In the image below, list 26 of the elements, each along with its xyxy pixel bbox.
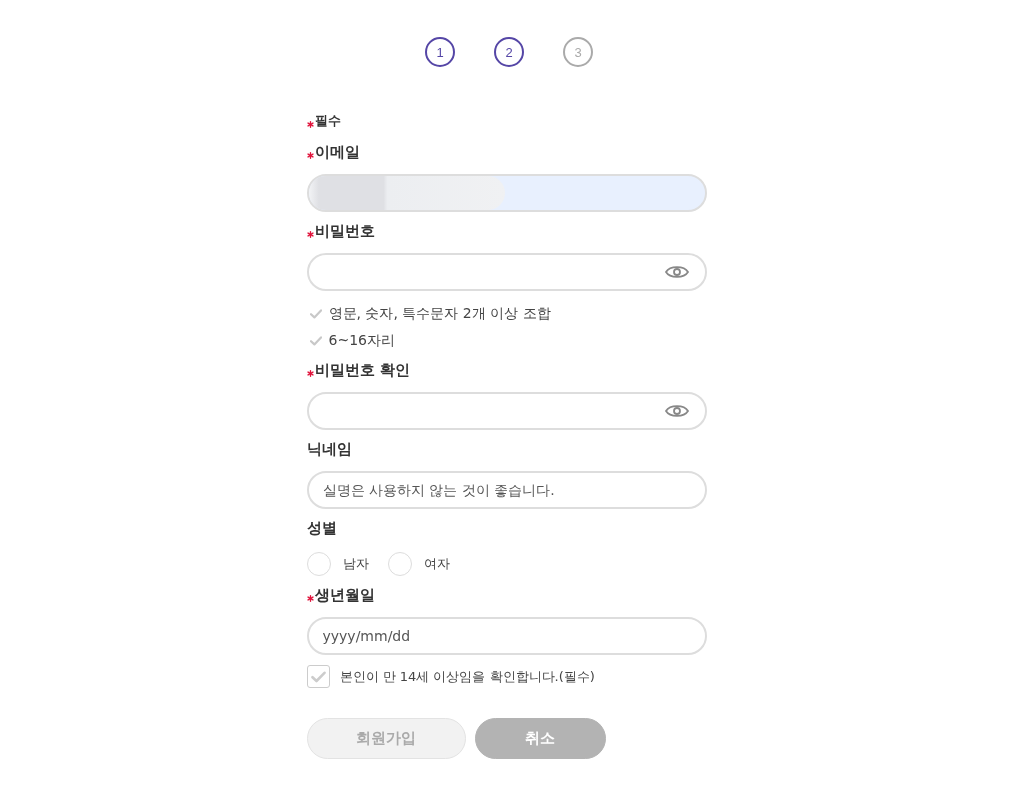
field-label: 성별	[306, 518, 337, 538]
field-label: 생년월일	[314, 585, 375, 605]
field-label: 이메일	[314, 142, 360, 162]
step-indicator: 3	[563, 37, 593, 67]
password-rule-text: 6~16자리	[328, 332, 395, 350]
radio-button[interactable]	[387, 552, 412, 576]
radio-label[interactable]: 여자	[423, 555, 450, 573]
radio-button[interactable]	[306, 552, 331, 576]
password-field[interactable]	[306, 392, 707, 430]
step-indicator: 2	[494, 37, 524, 67]
input-field[interactable]: 실명은 사용하지 않는 것이 좋습니다.	[306, 471, 707, 509]
field-label: 닉네임	[306, 439, 352, 459]
input-field[interactable]: yyyy/mm/dd	[306, 617, 707, 655]
required-note: 필수	[314, 112, 341, 130]
input-field[interactable]	[306, 174, 707, 212]
field-label: 비밀번호	[314, 221, 375, 241]
password-field[interactable]	[306, 253, 707, 291]
checkbox[interactable]	[306, 665, 330, 688]
field-label: 비밀번호 확인	[314, 360, 410, 380]
check-icon	[310, 670, 326, 683]
consent-text: 본인이 만 14세 이상임을 확인합니다.(필수)	[339, 667, 595, 686]
eye-icon[interactable]	[664, 264, 689, 280]
password-rule-text: 영문, 숫자, 특수문자 2개 이상 조합	[328, 305, 551, 323]
eye-icon[interactable]	[664, 403, 689, 419]
radio-label[interactable]: 남자	[342, 555, 369, 573]
step-indicator: 1	[425, 37, 455, 67]
